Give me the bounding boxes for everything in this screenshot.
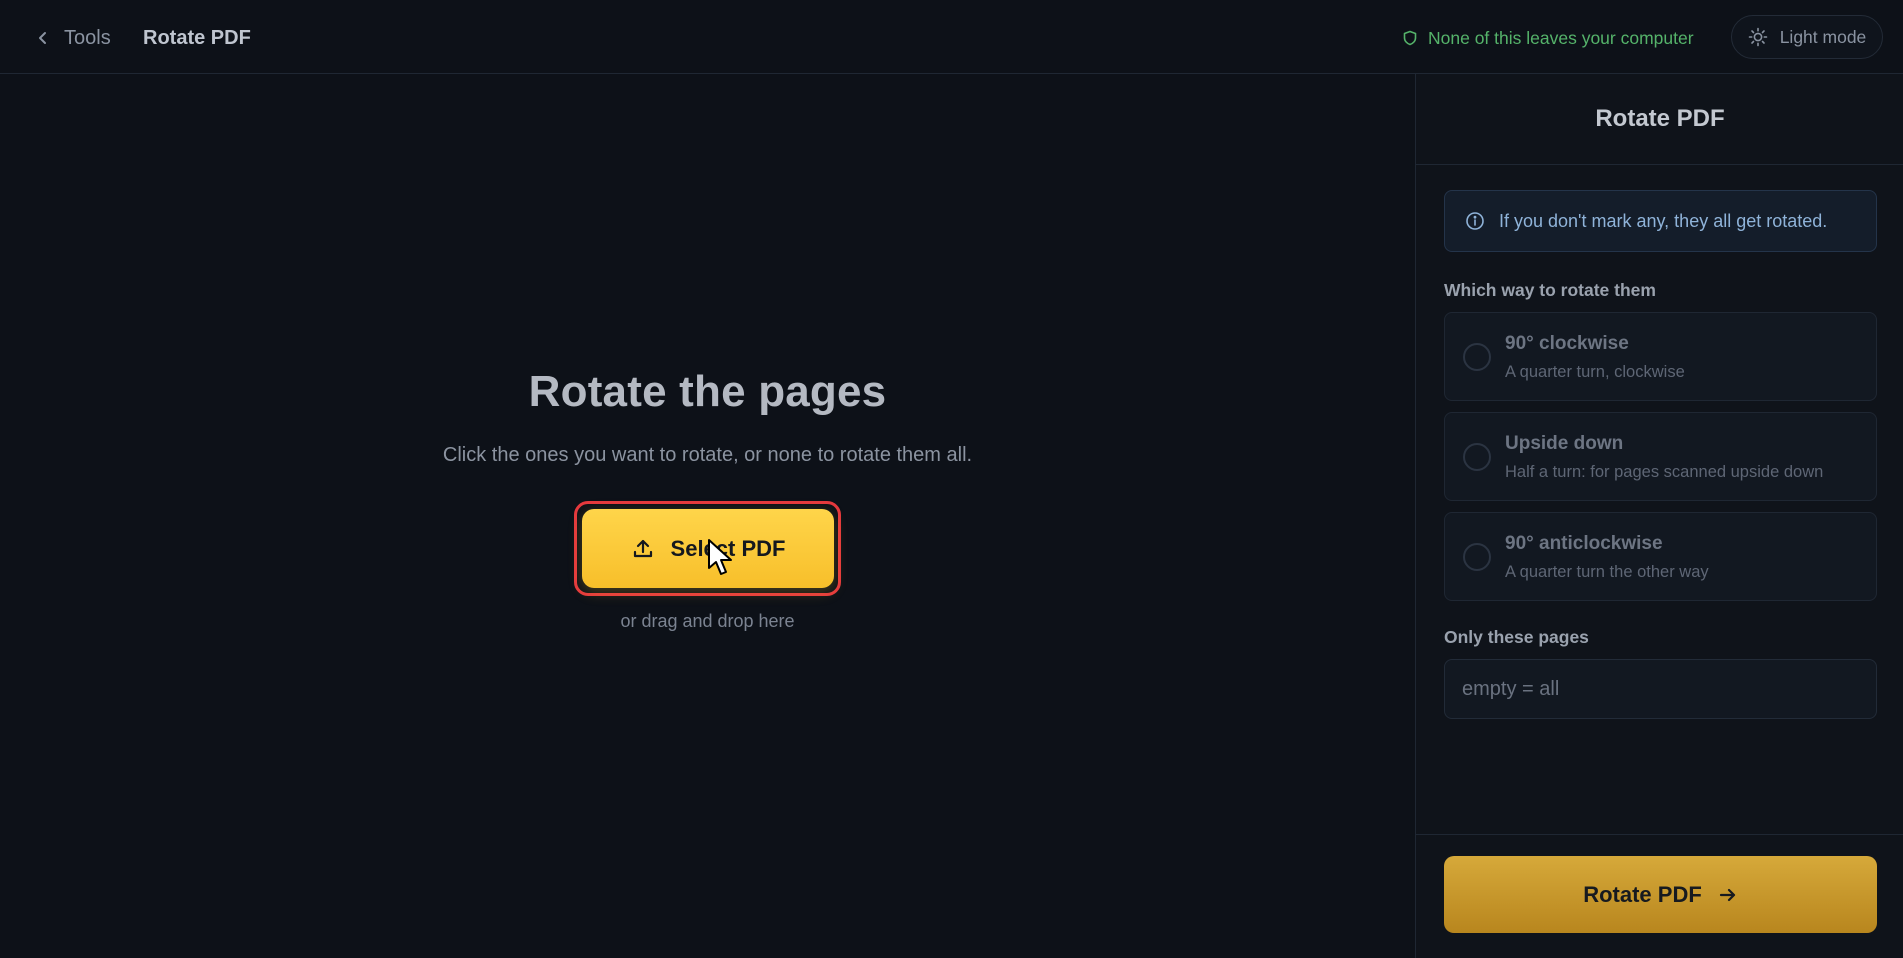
info-icon: [1466, 212, 1484, 230]
drag-drop-hint: or drag and drop here: [620, 611, 795, 631]
chevron-left-icon: [39, 32, 46, 44]
top-bar: Tools Rotate PDF None of this leaves you…: [0, 0, 1903, 74]
option-title: 90° clockwise: [1505, 333, 1629, 354]
page-title: Rotate PDF: [143, 26, 251, 49]
pages-label: Only these pages: [1444, 627, 1589, 647]
radio-circle[interactable]: [1463, 443, 1491, 471]
light-mode-toggle[interactable]: Light mode: [1731, 15, 1883, 59]
option-title: 90° anticlockwise: [1505, 533, 1663, 554]
back-to-tools-link[interactable]: Tools: [36, 24, 111, 52]
option-90-clockwise[interactable]: 90° clockwise A quarter turn, clockwise: [1444, 312, 1877, 401]
panel-footer: Rotate PDF: [1416, 834, 1903, 958]
option-upside-down[interactable]: Upside down Half a turn: for pages scann…: [1444, 412, 1877, 501]
mouse-cursor-icon: [708, 539, 732, 575]
radio-circle[interactable]: [1463, 343, 1491, 371]
back-link-label: Tools: [64, 26, 111, 49]
rotation-direction-label: Which way to rotate them: [1444, 280, 1656, 300]
info-notice: If you don't mark any, they all get rota…: [1444, 190, 1877, 252]
sun-icon: [1748, 27, 1768, 47]
shield-icon: [1403, 30, 1417, 46]
rotate-pdf-button[interactable]: Rotate PDF: [1444, 856, 1877, 933]
rotate-pdf-label: Rotate PDF: [1583, 881, 1702, 907]
radio-circle[interactable]: [1463, 543, 1491, 571]
option-description: Half a turn: for pages scanned upside do…: [1505, 463, 1824, 481]
info-text: If you don't mark any, they all get rota…: [1499, 210, 1828, 231]
options-panel: Rotate PDF If you don't mark any, they a…: [1415, 74, 1903, 958]
upload-area[interactable]: Rotate the pages Click the ones you want…: [0, 74, 1415, 958]
option-description: A quarter turn, clockwise: [1505, 363, 1685, 381]
privacy-text: None of this leaves your computer: [1428, 27, 1694, 48]
panel-title: Rotate PDF: [1416, 74, 1903, 165]
option-90-anticlockwise[interactable]: 90° anticlockwise A quarter turn the oth…: [1444, 512, 1877, 601]
privacy-notice: None of this leaves your computer: [1402, 24, 1694, 52]
upload-subheading: Click the ones you want to rotate, or no…: [442, 444, 973, 466]
upload-icon: [633, 539, 652, 557]
option-description: A quarter turn the other way: [1505, 563, 1709, 581]
arrow-right-icon: [1719, 888, 1735, 901]
option-title: Upside down: [1505, 433, 1624, 454]
light-mode-label: Light mode: [1779, 26, 1867, 47]
upload-heading: Rotate the pages: [528, 367, 887, 416]
pages-input[interactable]: [1444, 659, 1877, 719]
